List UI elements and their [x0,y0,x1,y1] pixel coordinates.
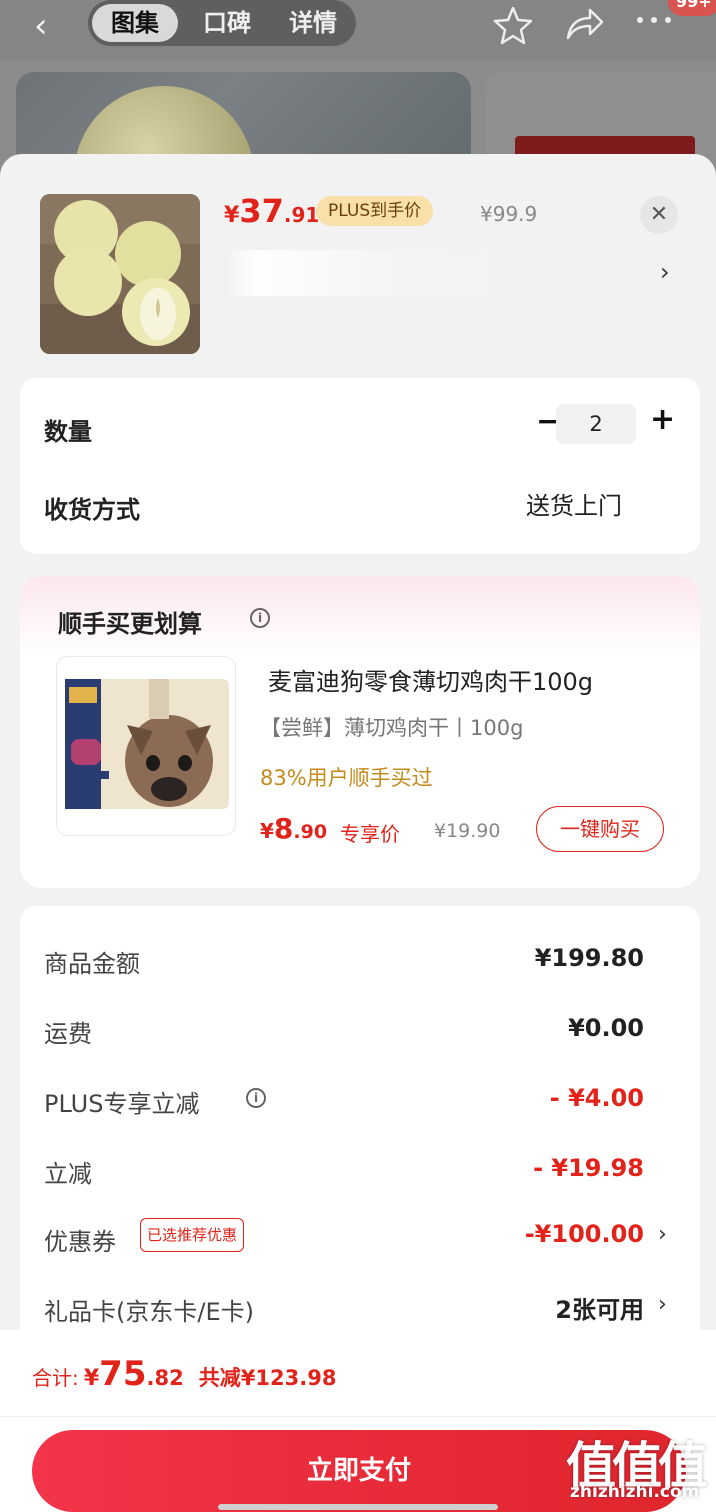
gift-card-label: 礼品卡(京东卡/E卡) [44,1298,254,1326]
instant-discount-value: - ¥19.98 [533,1154,644,1182]
plus-discount-label: PLUS专享立减 [44,1090,200,1118]
gift-card-value[interactable]: 2张可用 [555,1290,644,1325]
options-card: 数量 − 2 + 收货方式 送货上门 [20,378,700,554]
tab-details[interactable]: 详情 [270,4,356,42]
background-tab-bar: 图集 口碑 详情 [88,0,356,46]
price-breakdown-card: 商品金额 ¥199.80 运费 ¥0.00 PLUS专享立减 i - ¥4.00… [20,906,700,1346]
back-arrow-icon[interactable]: ‹ [34,6,48,46]
home-indicator[interactable] [218,1504,498,1510]
shipping-fee-value: ¥0.00 [568,1014,644,1042]
current-price: ¥37.91 [224,192,320,230]
chevron-right-icon[interactable]: › [658,1222,667,1247]
notification-badge: 99+ [668,0,716,16]
quantity-input[interactable]: 2 [556,404,636,444]
addon-exclusive-label: 专享价 [340,822,400,846]
coupon-label: 优惠券 [44,1228,116,1256]
checkout-sheet: ¥37.91 PLUS到手价 ¥99.9 ✕ › 数量 − 2 + 收货方式 送… [0,154,716,1512]
goods-amount-value: ¥199.80 [534,944,644,972]
background-header: ‹ 图集 口碑 详情 99+ [0,0,716,60]
original-price: ¥99.9 [480,202,538,226]
divider [0,1416,716,1417]
product-summary: ¥37.91 PLUS到手价 ¥99.9 ✕ › [0,154,716,378]
selected-spec-blurred[interactable] [226,250,516,296]
info-icon[interactable]: i [246,1088,266,1108]
watermark-url: zhizhizhi.com [570,1482,700,1502]
instant-discount-label: 立减 [44,1160,92,1188]
product-image [40,194,200,354]
watermark: 值值值 zhizhizhi.com [560,1426,710,1512]
one-click-buy-button[interactable]: 一键购买 [536,806,664,852]
addon-recommendation-card: 顺手买更划算 i 麦富迪狗零食薄切鸡肉干100g 【尝鲜】薄切鸡肉干丨100g … [20,576,700,888]
addon-product-image[interactable] [56,656,236,836]
delivery-label: 收货方式 [44,496,140,524]
plus-discount-value: - ¥4.00 [549,1084,644,1112]
chevron-right-icon[interactable]: › [658,1292,667,1317]
quantity-plus-button[interactable]: + [650,402,675,437]
chevron-right-icon[interactable]: › [660,258,670,286]
addon-title: 顺手买更划算 [58,610,202,638]
info-icon[interactable]: i [250,608,270,628]
addon-product-spec: 【尝鲜】薄切鸡肉干丨100g [260,716,524,740]
tab-reviews[interactable]: 口碑 [184,4,270,42]
tab-gallery[interactable]: 图集 [92,4,178,42]
addon-product-name[interactable]: 麦富迪狗零食薄切鸡肉干100g [268,662,593,697]
star-icon[interactable] [492,4,534,46]
share-icon[interactable] [562,4,606,44]
plus-price-tag: PLUS到手价 [316,196,434,226]
quantity-label: 数量 [44,418,92,446]
close-button[interactable]: ✕ [640,196,678,234]
delivery-value[interactable]: 送货上门 [526,486,622,521]
shipping-fee-label: 运费 [44,1020,92,1048]
goods-amount-label: 商品金额 [44,950,140,978]
order-total: 合计: ¥75.82 共减¥123.98 [32,1354,337,1394]
addon-bought-ratio: 83%用户顺手买过 [260,766,433,790]
coupon-selected-tag: 已选推荐优惠 [140,1218,245,1252]
addon-price: ¥8.90 [260,812,328,845]
total-saved: 共减¥123.98 [198,1366,337,1390]
close-icon: ✕ [649,202,669,227]
addon-original-price: ¥19.90 [434,820,501,842]
more-icon[interactable] [634,14,678,26]
coupon-value[interactable]: -¥100.00 [525,1220,644,1248]
